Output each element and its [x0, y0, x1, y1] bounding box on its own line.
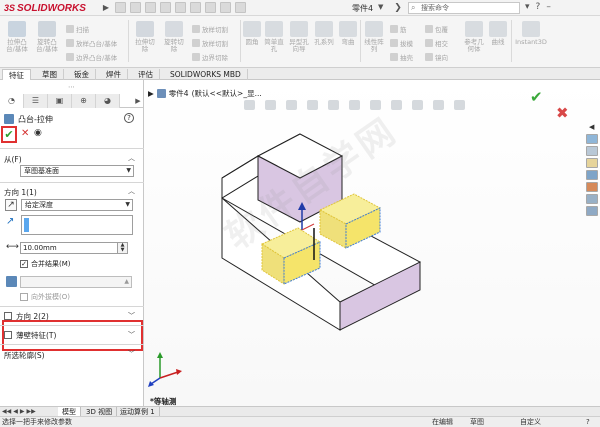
status-bar: 选择一把手来修改参数 在编辑 草图 自定义 ? [0, 416, 600, 427]
triad-y-icon [157, 352, 163, 358]
status-hint: 选择一把手来修改参数 [2, 418, 72, 426]
status-editing: 在编辑 [432, 418, 453, 426]
status-mode: 草图 [470, 418, 484, 426]
status-help-icon[interactable]: ? [586, 417, 590, 427]
triad-x-icon [176, 369, 182, 375]
model-tabs: ◀◀ ◀ ▶ ▶▶ 模型 3D 视图 运动算例 1 [0, 406, 600, 417]
status-units[interactable]: 自定义 [520, 417, 541, 427]
